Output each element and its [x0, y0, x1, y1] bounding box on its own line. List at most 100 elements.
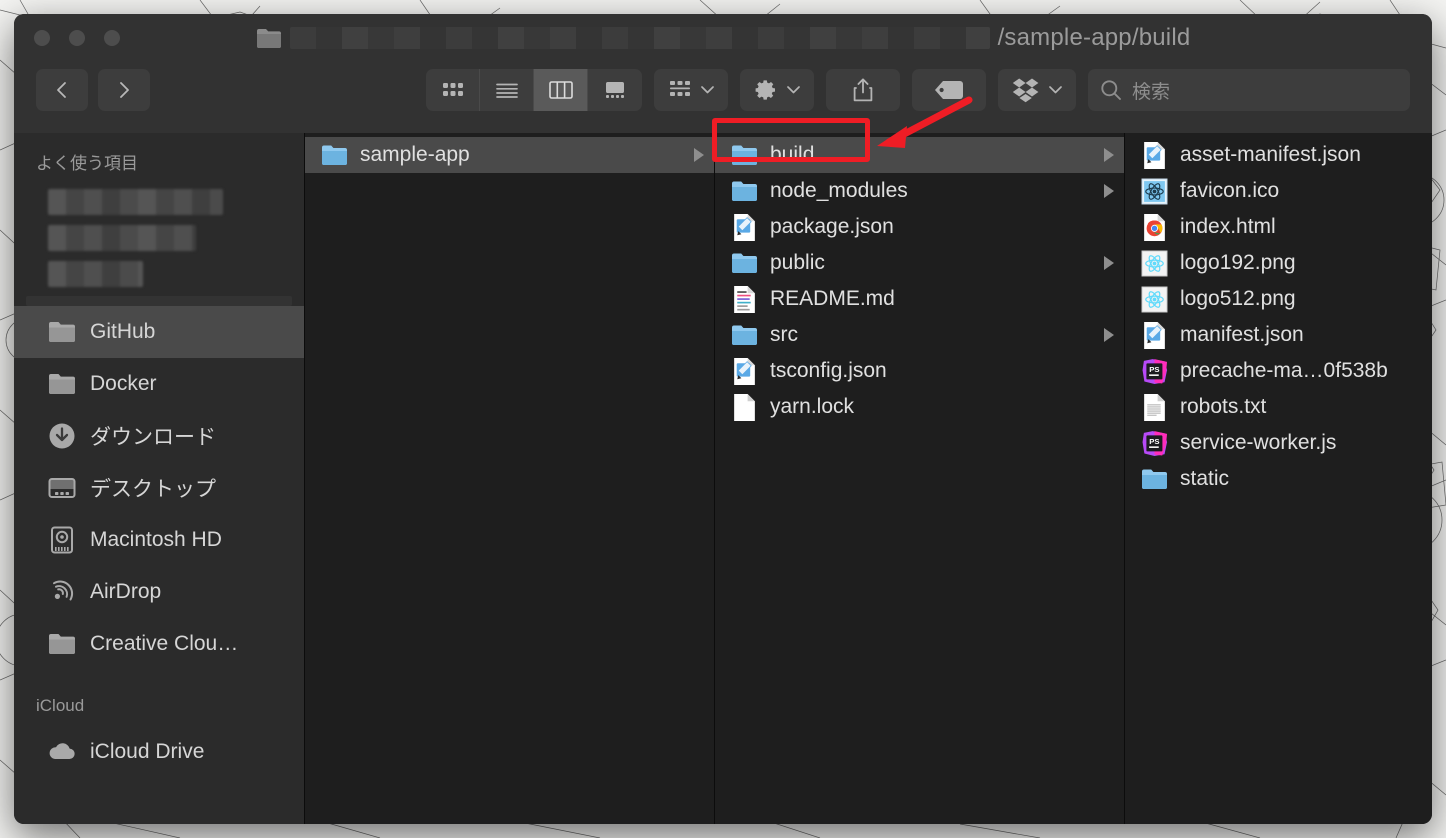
folder-icon [732, 325, 757, 345]
dropbox-icon [1012, 78, 1039, 103]
file-name: favicon.ico [1180, 179, 1280, 202]
grid-icon [442, 83, 463, 96]
folder-icon [256, 28, 281, 48]
file-name: node_modules [770, 179, 908, 202]
file-row-package-json[interactable]: package.json [715, 209, 1124, 245]
react-icon [1141, 178, 1168, 204]
navigation-buttons [36, 69, 150, 111]
cloud-icon [49, 743, 75, 760]
file-row-src[interactable]: src [715, 317, 1124, 353]
file-row-asset-manifest-json[interactable]: asset-manifest.json [1125, 137, 1432, 173]
toolbar: 検索 [14, 61, 1432, 133]
forward-button[interactable] [98, 69, 150, 111]
folder-icon [732, 145, 757, 165]
column-build-contents: build node_modules package.json public R… [714, 133, 1124, 824]
sidebar-item-redacted[interactable] [14, 184, 304, 220]
gallery-icon [606, 82, 624, 98]
file-name: logo512.png [1180, 287, 1296, 310]
action-menu-button[interactable] [740, 69, 814, 111]
file-row-tsconfig-json[interactable]: tsconfig.json [715, 353, 1124, 389]
folder-icon [732, 253, 757, 273]
file-row-public[interactable]: public [715, 245, 1124, 281]
back-button[interactable] [36, 69, 88, 111]
sidebar-item-creative-cloud[interactable]: Creative Clou… [14, 618, 304, 670]
svg-text:PS: PS [1149, 364, 1159, 373]
column-view: sample-app build node_modules package.js… [304, 133, 1432, 824]
file-row-yarn-lock[interactable]: yarn.lock [715, 389, 1124, 425]
file-name: asset-manifest.json [1180, 143, 1361, 166]
file-name: build [770, 143, 815, 166]
column-sample-app: sample-app [304, 133, 714, 824]
search-field[interactable]: 検索 [1088, 69, 1410, 111]
file-row-index-html[interactable]: index.html [1125, 209, 1432, 245]
downloads-icon [49, 423, 75, 449]
list-view-button[interactable] [480, 69, 534, 111]
sidebar-item-label: Docker [90, 372, 157, 395]
file-row-node-modules[interactable]: node_modules [715, 173, 1124, 209]
phpstorm-icon: PS [1142, 358, 1168, 384]
column-view-button[interactable] [534, 69, 588, 111]
gear-icon [755, 80, 775, 100]
share-icon [853, 78, 873, 102]
file-row-sample-app[interactable]: sample-app [305, 137, 714, 173]
disclosure-triangle-icon [1104, 184, 1114, 198]
sidebar-item-desktop[interactable]: デスクトップ [14, 462, 304, 514]
json-icon [734, 357, 755, 385]
file-name: index.html [1180, 215, 1276, 238]
sidebar-item-label: GitHub [90, 320, 156, 343]
sidebar-item-github[interactable]: GitHub [14, 306, 304, 358]
react-icon [1141, 286, 1168, 312]
file-name: logo192.png [1180, 251, 1296, 274]
minimize-button[interactable] [69, 29, 85, 46]
close-button[interactable] [34, 29, 50, 46]
window-body: よく使う項目 GitHub Docker ダウンロード デスクトップ Macin… [14, 133, 1432, 824]
file-name: README.md [770, 287, 895, 310]
file-name: service-worker.js [1180, 431, 1337, 454]
file-row-logo192-png[interactable]: logo192.png [1125, 245, 1432, 281]
blank-doc-icon [734, 393, 755, 421]
view-mode-segmented-control [426, 69, 642, 111]
file-row-manifest-json[interactable]: manifest.json [1125, 317, 1432, 353]
group-by-button[interactable] [654, 69, 728, 111]
tag-icon [935, 81, 963, 99]
file-name: precache-ma…0f538b [1180, 359, 1388, 382]
sidebar-item-airdrop[interactable]: AirDrop [14, 566, 304, 618]
window-title: /sample-app/build [14, 24, 1432, 52]
sidebar-item-icloud-drive[interactable]: iCloud Drive [14, 726, 304, 778]
tags-button[interactable] [912, 69, 986, 111]
window-title-text: /sample-app/build [997, 23, 1191, 51]
share-button[interactable] [826, 69, 900, 111]
file-name: yarn.lock [770, 395, 855, 418]
gallery-view-button[interactable] [588, 69, 642, 111]
file-row-precache-manifest[interactable]: PS precache-ma…0f538b [1125, 353, 1432, 389]
sidebar-item-redacted[interactable] [14, 220, 304, 256]
file-row-favicon-ico[interactable]: favicon.ico [1125, 173, 1432, 209]
list-icon [495, 83, 518, 98]
icon-view-button[interactable] [426, 69, 480, 111]
title-bar: /sample-app/build [14, 14, 1432, 61]
text-doc-icon [1144, 393, 1165, 421]
zoom-button[interactable] [104, 29, 120, 46]
file-row-service-worker-js[interactable]: PS service-worker.js [1125, 425, 1432, 461]
sidebar-item-downloads[interactable]: ダウンロード [14, 410, 304, 462]
sidebar-item-macintosh-hd[interactable]: Macintosh HD [14, 514, 304, 566]
disclosure-triangle-icon [1104, 256, 1114, 270]
file-row-robots-txt[interactable]: robots.txt [1125, 389, 1432, 425]
file-row-build[interactable]: build [715, 137, 1124, 173]
file-row-static[interactable]: static [1125, 461, 1432, 497]
sidebar-item-redacted[interactable] [14, 256, 304, 292]
search-icon [1101, 80, 1121, 100]
sidebar-item-docker[interactable]: Docker [14, 358, 304, 410]
json-icon [1144, 141, 1165, 169]
dropbox-button[interactable] [998, 69, 1076, 111]
airdrop-icon [53, 580, 74, 601]
chevron-right-icon [120, 82, 129, 98]
disclosure-triangle-icon [694, 148, 704, 162]
markdown-icon [734, 285, 755, 313]
file-row-readme-md[interactable]: README.md [715, 281, 1124, 317]
file-row-logo512-png[interactable]: logo512.png [1125, 281, 1432, 317]
desktop-icon [48, 478, 76, 498]
file-name: tsconfig.json [770, 359, 887, 382]
file-name: package.json [770, 215, 894, 238]
sidebar-item-label: Creative Clou… [90, 632, 239, 655]
